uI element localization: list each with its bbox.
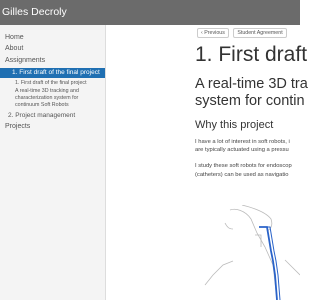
breadcrumb: ‹ Previous Student Agreement <box>197 28 287 38</box>
sidebar-item-first-draft-active[interactable]: 1. First draft of the final project <box>0 68 105 78</box>
paragraph-line: (catheters) can be used as navigatio <box>195 172 289 178</box>
subtitle-line-2: system for contin <box>195 93 305 109</box>
page-title: 1. First draft <box>195 43 308 66</box>
sidebar-subitem-tracking-line-3[interactable]: continuum Soft Robots <box>15 102 69 109</box>
next-button[interactable]: Student Agreement <box>233 28 287 38</box>
sidebar-subitem-tracking-line-1[interactable]: A real-time 3D tracking and <box>15 88 79 95</box>
sidebar-item-home[interactable]: Home <box>5 34 24 41</box>
sidebar-item-assignments[interactable]: Assignments <box>5 57 45 64</box>
previous-button[interactable]: ‹ Previous <box>197 28 229 38</box>
previous-label: Previous <box>204 30 225 36</box>
sidebar-item-projects[interactable]: Projects <box>5 123 30 130</box>
sidebar-subitem-tracking-line-2[interactable]: characterization system for <box>15 95 78 102</box>
page-subtitle: A real-time 3D tra system for contin <box>195 76 308 110</box>
sidebar: Home About Assignments 1. First draft of… <box>0 25 106 300</box>
section-heading: Why this project <box>195 119 274 131</box>
subtitle-line-1: A real-time 3D tra <box>195 76 308 92</box>
sidebar-item-label: 1. First draft of the final project <box>12 69 100 76</box>
site-title[interactable]: Gilles Decroly <box>2 6 67 18</box>
anatomy-figure <box>204 205 300 300</box>
sidebar-item-about[interactable]: About <box>5 45 23 52</box>
sidebar-item-project-management[interactable]: 2. Project management <box>8 112 75 119</box>
sidebar-subitem-first-draft[interactable]: 1. First draft of the final project <box>15 80 87 87</box>
paragraph-line: are typically actuated using a pressu <box>195 147 289 153</box>
top-bar: Gilles Decroly <box>0 0 300 25</box>
paragraph-line: I study these soft robots for endoscop <box>195 163 292 169</box>
